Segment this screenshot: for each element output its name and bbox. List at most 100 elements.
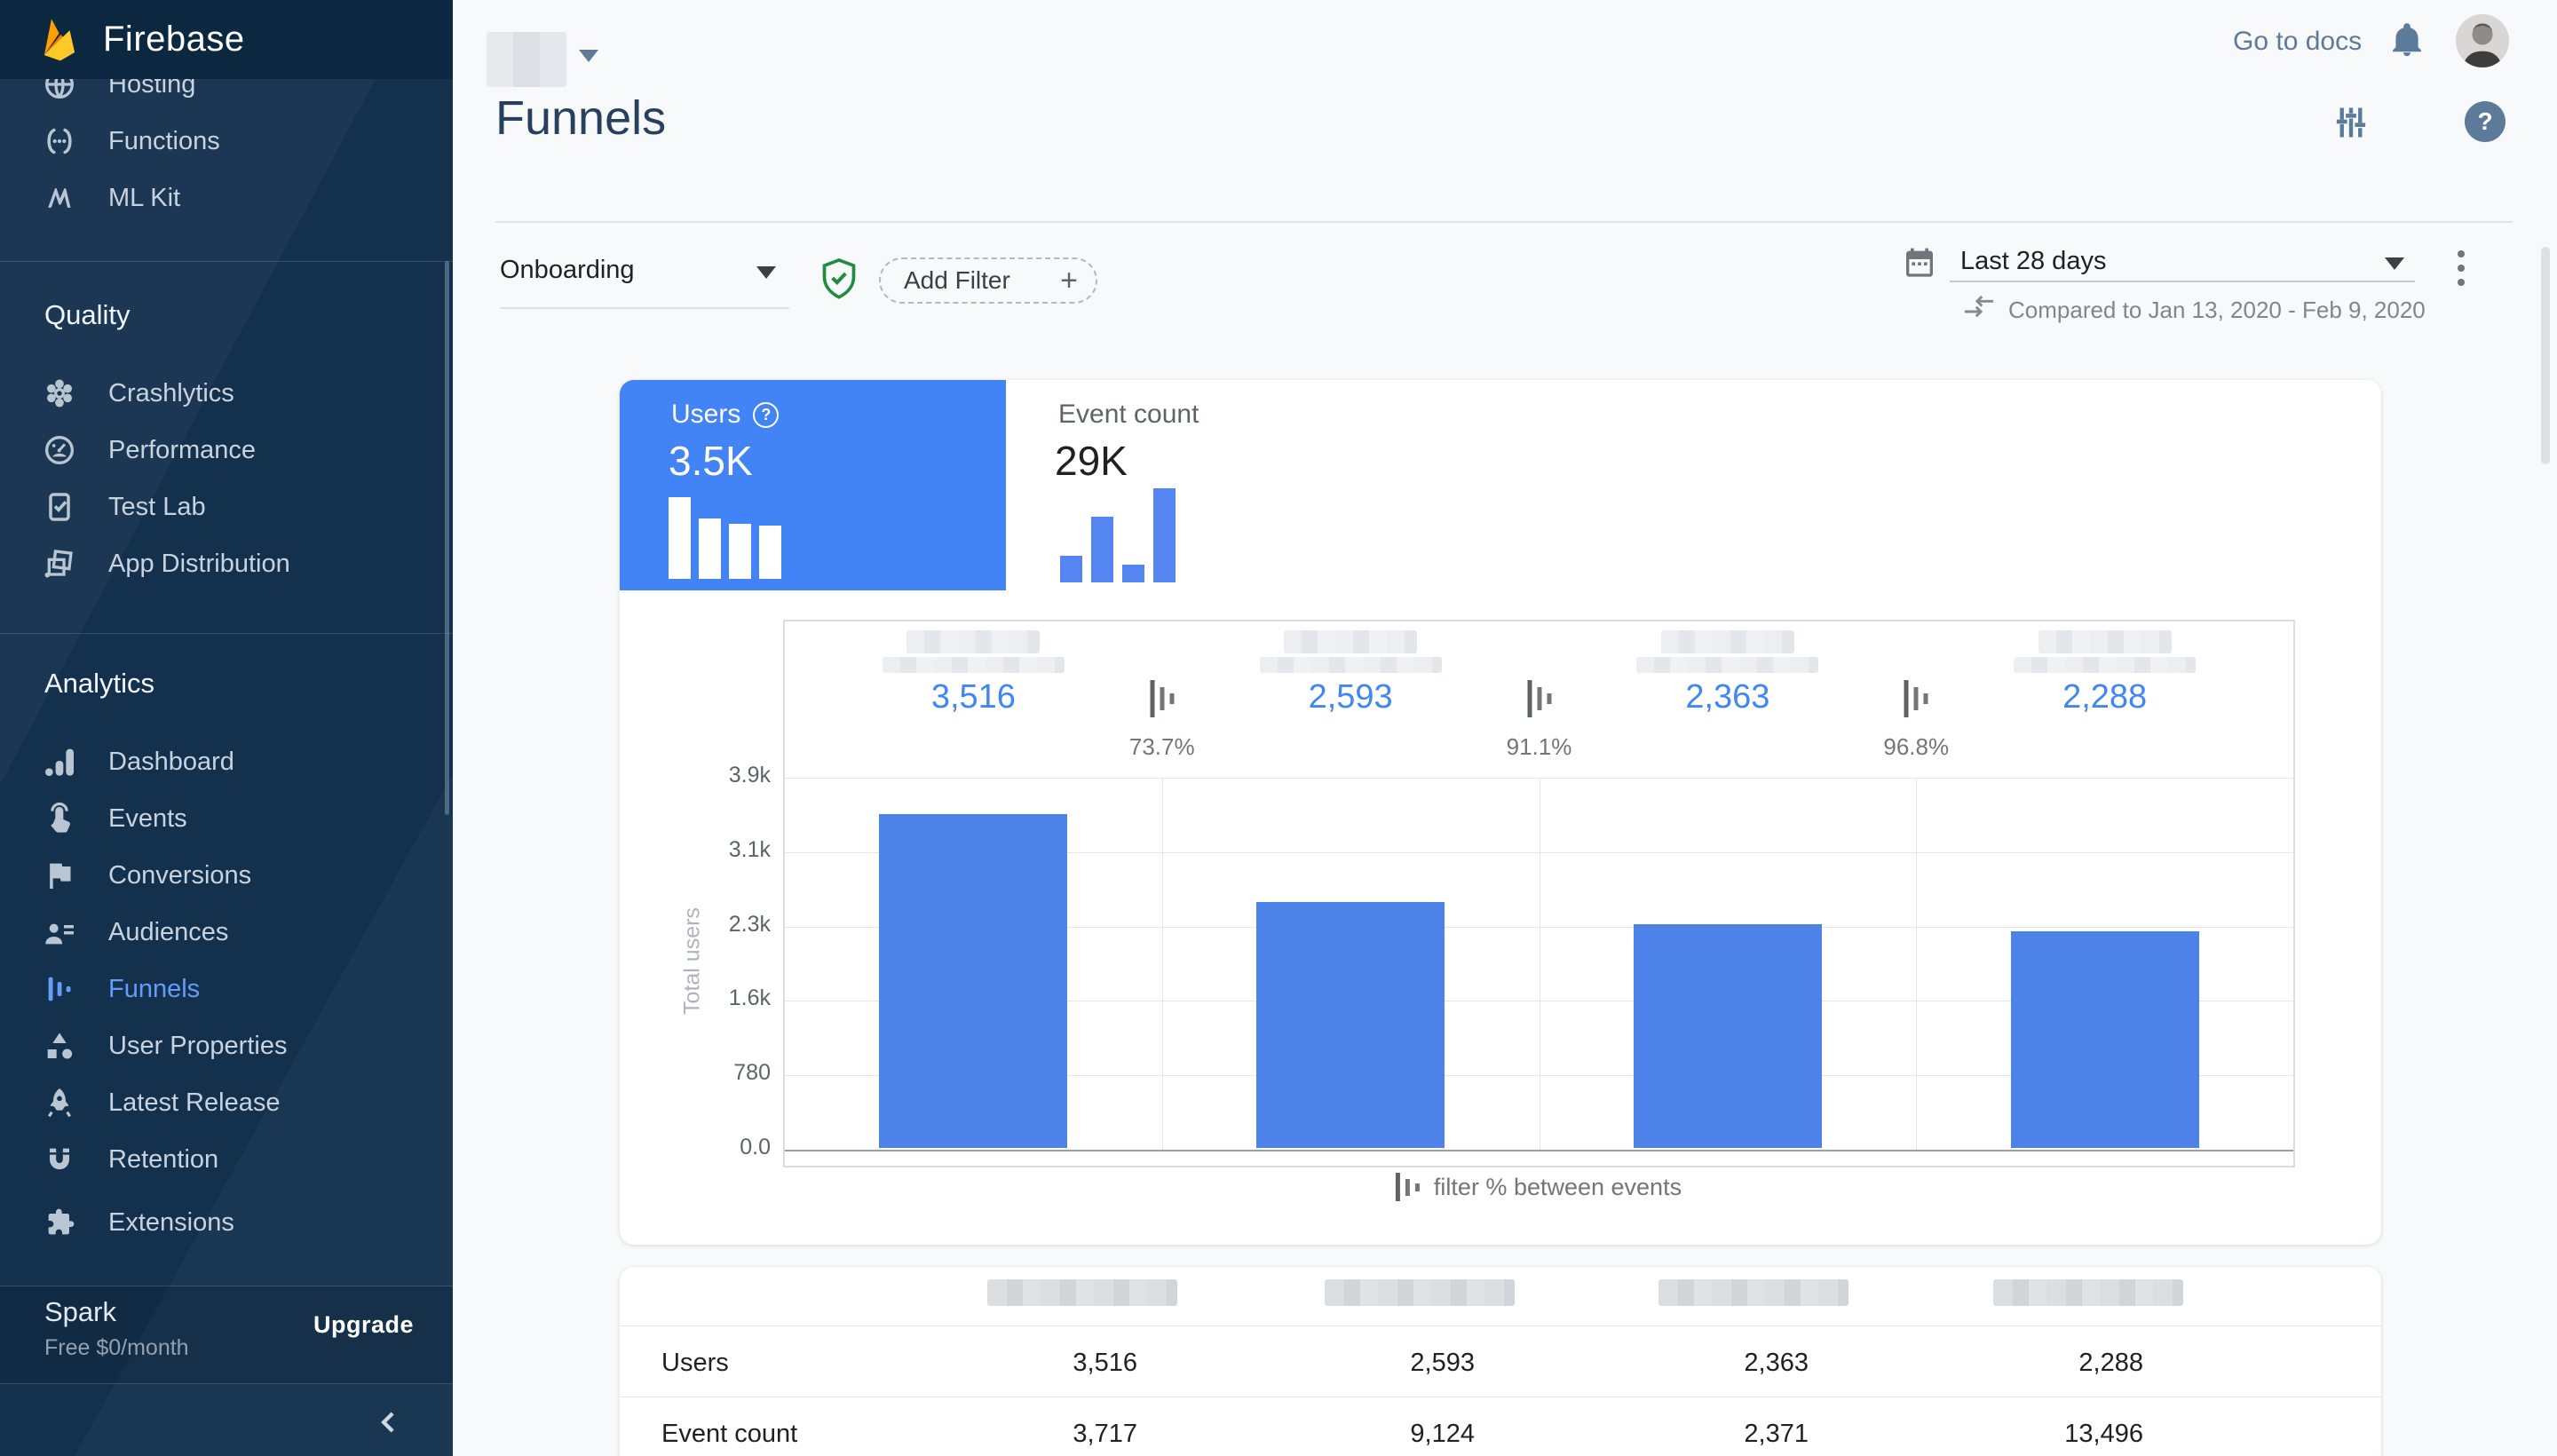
funnel-select[interactable]: Onboarding (500, 256, 635, 285)
metric-tab-event-count[interactable]: Event count 29K (1006, 380, 1397, 590)
sidebar-item-crashlytics[interactable]: Crashlytics (0, 365, 453, 422)
date-range-caret-icon[interactable] (2385, 257, 2404, 270)
add-filter-label: Add Filter (904, 266, 1010, 295)
sidebar-divider (0, 633, 453, 634)
y-axis-tick: 2.3k (691, 912, 771, 938)
flag-icon (39, 855, 80, 896)
sidebar-item-audiences[interactable]: Audiences (0, 904, 453, 961)
table-cell: 2,593 (1279, 1349, 1475, 1378)
y-axis-tick: 0.0 (691, 1135, 771, 1160)
comparison-label: Compared to Jan 13, 2020 - Feb 9, 2020 (2008, 297, 2426, 324)
redacted-column-header (1658, 1279, 1848, 1306)
gridline (785, 1150, 2293, 1151)
sidebar-item-performance[interactable]: Performance (0, 422, 453, 479)
tune-filters-icon[interactable] (2331, 103, 2371, 142)
sidebar-item-dashboard[interactable]: Dashboard (0, 733, 453, 790)
sidebar-item-label: Audiences (108, 918, 228, 947)
date-range-underline (1950, 281, 2415, 282)
sidebar-item-extensions[interactable]: Extensions (0, 1194, 453, 1251)
funnel-select-underline (500, 307, 789, 309)
shapes-icon (39, 1025, 80, 1066)
table-row-label: Event count (661, 1420, 797, 1449)
sidebar-item-functions[interactable]: Functions (0, 113, 453, 170)
project-selector-caret-icon[interactable] (579, 50, 598, 62)
breakdown-table-card: Users3,5162,5932,3632,288Event count3,71… (620, 1267, 2381, 1456)
y-axis-tick: 1.6k (691, 985, 771, 1011)
sparkbar (699, 518, 721, 579)
metric-tab-event-count-label: Event count (1058, 400, 1199, 430)
sidebar-item-label: Events (108, 804, 187, 834)
table-cell: 3,717 (942, 1420, 1137, 1449)
conversion-percent: 73.7% (1129, 733, 1195, 761)
sidebar-section-analytics: Analytics (44, 668, 154, 700)
notifications-bell-icon[interactable] (2388, 21, 2426, 62)
funnel-select-caret-icon[interactable] (756, 266, 776, 279)
sidebar: HostingFunctionsML KitCrashlyticsPerform… (0, 0, 453, 1456)
redacted-step-label (2014, 657, 2196, 673)
users-help-icon[interactable]: ? (753, 402, 779, 428)
go-to-docs-link[interactable]: Go to docs (2233, 27, 2362, 57)
step-value: 3,516 (931, 678, 1016, 716)
collapse-sidebar-icon[interactable] (371, 1405, 407, 1440)
users-sparkbars (669, 495, 781, 579)
sidebar-item-test-lab[interactable]: Test Lab (0, 479, 453, 535)
overflow-menu-icon[interactable] (2458, 250, 2465, 286)
plan-name: Spark (44, 1296, 116, 1328)
app-distribution-icon (39, 543, 80, 584)
sidebar-item-label: Retention (108, 1145, 218, 1175)
sidebar-item-ml-kit[interactable]: ML Kit (0, 170, 453, 226)
funnel-chart: 3,51673.7%2,59391.1%2,36396.8%2,288 (783, 620, 2295, 1167)
avatar[interactable] (2456, 14, 2509, 67)
sidebar-item-label: Functions (108, 127, 220, 156)
funnel-card: Users ? 3.5K Event count 29K 3,516 73.7% 2… (620, 380, 2381, 1245)
funnel-bar (2011, 931, 2199, 1148)
audiences-icon (39, 912, 80, 953)
brand-wordmark: Firebase (103, 20, 245, 59)
redacted-step-label (1284, 630, 1417, 653)
sidebar-scrollbar[interactable] (445, 261, 449, 815)
magnet-icon (39, 1139, 80, 1180)
sidebar-item-label: ML Kit (108, 184, 180, 213)
sidebar-item-conversions[interactable]: Conversions (0, 847, 453, 904)
page-scrollbar[interactable] (2541, 247, 2550, 464)
touch-icon (39, 798, 80, 839)
sidebar-item-retention[interactable]: Retention (0, 1131, 453, 1188)
table-cell: 2,371 (1613, 1420, 1809, 1449)
sidebar-header: Firebase (0, 0, 453, 79)
firebase-logo-icon (37, 15, 82, 65)
table-row-label: Users (661, 1349, 729, 1378)
redacted-step-label (1636, 657, 1818, 673)
sidebar-item-events[interactable]: Events (0, 790, 453, 847)
funnel-glyph-icon (1527, 680, 1551, 717)
funnel-glyph-icon (1904, 680, 1928, 717)
table-cell: 2,288 (1948, 1349, 2143, 1378)
sidebar-item-app-distribution[interactable]: App Distribution (0, 535, 453, 592)
add-filter-button[interactable]: Add Filter + (879, 257, 1097, 304)
sidebar-item-latest-release[interactable]: Latest Release (0, 1074, 453, 1131)
upgrade-button[interactable]: Upgrade (313, 1311, 414, 1339)
redacted-column-header (1325, 1279, 1515, 1306)
chart-footer-note: filter % between events (1434, 1174, 1682, 1201)
sidebar-item-user-properties[interactable]: User Properties (0, 1017, 453, 1074)
conversion-percent: 96.8% (1883, 733, 1949, 761)
sidebar-divider (0, 1383, 453, 1384)
redacted-column-header (1993, 1279, 2183, 1306)
sparkbar (759, 526, 781, 579)
sidebar-item-label: User Properties (108, 1032, 287, 1061)
sidebar-item-funnels[interactable]: Funnels (0, 961, 453, 1017)
calendar-icon (1902, 245, 1937, 282)
help-icon[interactable]: ? (2465, 101, 2506, 142)
redacted-step-label (906, 630, 1040, 653)
column-separator (1916, 778, 1917, 1150)
metric-tab-users[interactable]: Users ? 3.5K (620, 380, 1006, 590)
verified-shield-icon (819, 257, 859, 302)
page-title: Funnels (495, 91, 666, 146)
funnel-glyph-icon (1396, 1173, 1420, 1201)
rocket-icon (39, 1082, 80, 1123)
code-brackets-icon (39, 121, 80, 162)
date-range-select[interactable]: Last 28 days (1960, 247, 2106, 276)
sidebar-divider (0, 261, 453, 262)
table-cell: 2,363 (1613, 1349, 1809, 1378)
project-selector[interactable] (487, 32, 566, 87)
y-axis-tick: 780 (691, 1060, 771, 1086)
